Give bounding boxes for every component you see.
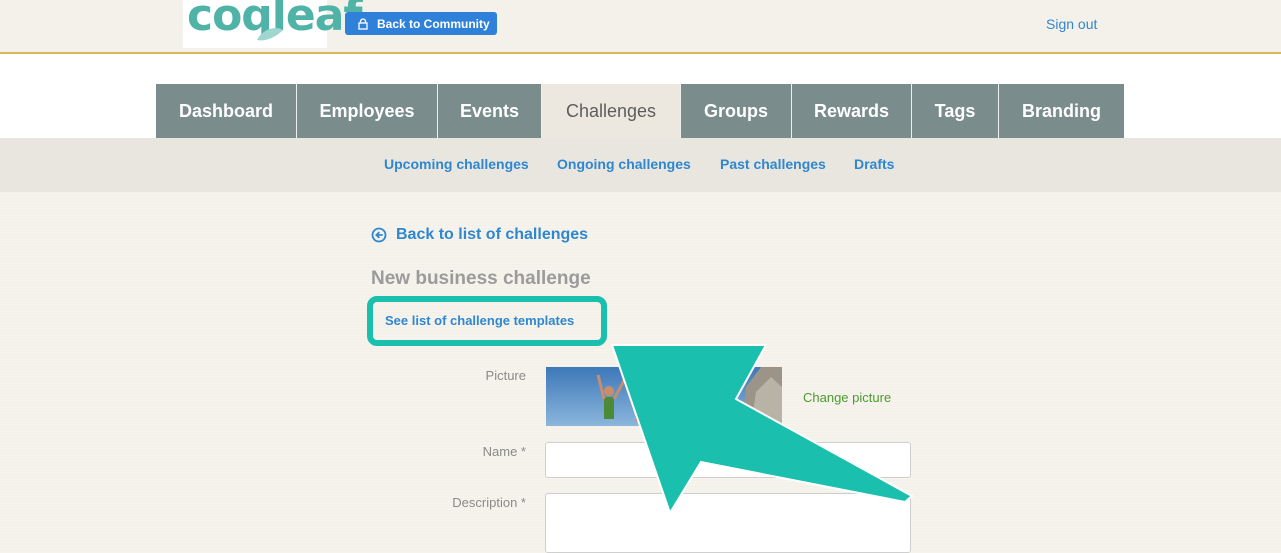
lock-icon [357,17,369,30]
circle-arrow-left-icon [371,227,387,243]
back-to-community-button[interactable]: Back to Community [345,12,497,35]
page-title: New business challenge [371,268,591,289]
tab-employees[interactable]: Employees [297,84,438,138]
description-field[interactable] [545,493,911,553]
coqleaf-logo[interactable]: coqleaf [183,0,363,48]
tab-events[interactable]: Events [438,84,542,138]
tab-rewards[interactable]: Rewards [792,84,912,138]
leaf-icon [257,28,283,41]
sub-nav: Upcoming challenges Ongoing challenges P… [0,138,1281,192]
tab-branding[interactable]: Branding [999,84,1124,138]
subnav-past-challenges[interactable]: Past challenges [720,156,826,172]
sign-out-link[interactable]: Sign out [1046,16,1097,32]
challenge-picture [546,367,782,426]
description-label: Description * [452,495,526,510]
name-field[interactable] [545,442,911,478]
subnav-drafts[interactable]: Drafts [854,156,894,172]
name-label: Name * [482,444,526,459]
main-tabs: Dashboard Employees Events Challenges Gr… [156,84,1124,138]
subnav-upcoming-challenges[interactable]: Upcoming challenges [384,156,529,172]
challenge-templates-link[interactable]: See list of challenge templates [385,313,574,328]
tab-groups[interactable]: Groups [681,84,792,138]
tab-dashboard[interactable]: Dashboard [156,84,297,138]
subnav-ongoing-challenges[interactable]: Ongoing challenges [557,156,691,172]
back-to-list-label: Back to list of challenges [396,226,589,243]
back-to-community-label: Back to Community [377,16,490,31]
picture-label: Picture [485,368,526,383]
top-bar: coqleaf Back to Community Sign out [0,0,1281,54]
change-picture-link[interactable]: Change picture [803,390,891,405]
tab-tags[interactable]: Tags [912,84,999,138]
back-to-list-link[interactable]: Back to list of challenges [371,226,588,244]
tab-challenges[interactable]: Challenges [542,84,681,138]
